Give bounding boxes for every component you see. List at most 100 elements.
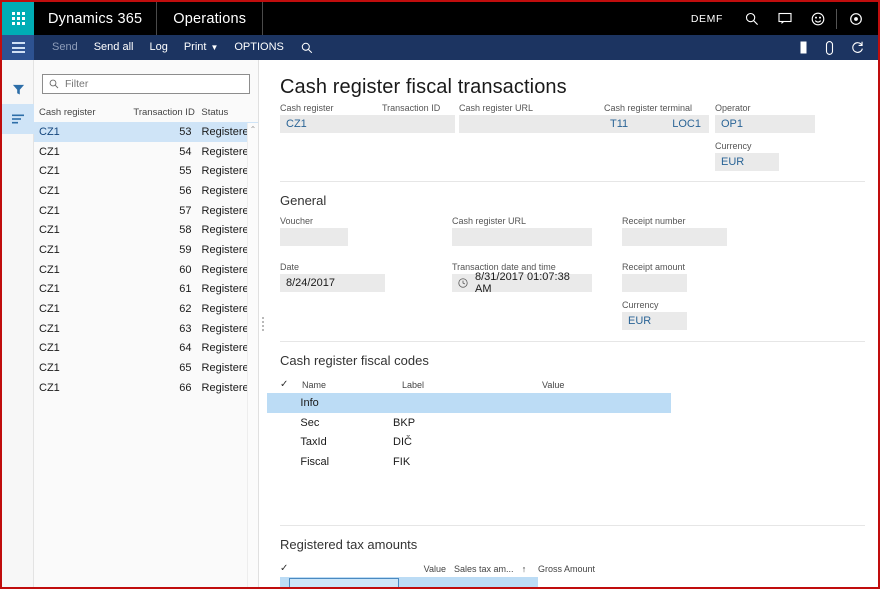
input-transaction-id[interactable] <box>382 115 455 133</box>
section-title-general: General <box>280 193 327 208</box>
table-row[interactable]: Fiscal FIK <box>267 452 671 472</box>
detail-form: Cash register fiscal transactions Cash r… <box>267 60 878 587</box>
header-fields: Cash register CZ1 Transaction ID Cash re… <box>267 103 878 181</box>
navigation-pane-toggle[interactable] <box>2 35 34 60</box>
cell-transaction-id: 65 <box>179 362 192 375</box>
table-row[interactable]: CZ1 58 Registered <box>34 220 258 240</box>
input-sales-tax-amount[interactable] <box>289 578 399 587</box>
cell-transaction-id: 61 <box>179 283 192 296</box>
label-general-cash-register-url: Cash register URL <box>452 216 527 226</box>
cell-transaction-id: 63 <box>179 322 192 335</box>
cell-cash-register: CZ1 <box>39 381 60 394</box>
input-receipt-number[interactable] <box>622 228 727 246</box>
input-voucher[interactable] <box>280 228 348 246</box>
action-pane-search-icon[interactable] <box>292 42 322 54</box>
select-all-check-icon[interactable]: ✓ <box>280 563 302 574</box>
left-rail <box>2 60 34 587</box>
table-row[interactable]: CZ1 61 Registered <box>34 280 258 300</box>
field-general-currency: Currency EUR <box>622 300 687 330</box>
feedback-smiley-icon[interactable] <box>801 2 834 35</box>
message-icon[interactable] <box>768 2 801 35</box>
table-row[interactable]: CZ1 55 Registered <box>34 161 258 181</box>
input-currency-header[interactable]: EUR <box>715 153 779 171</box>
print-menu-button[interactable]: Print ▼ <box>176 35 227 60</box>
column-header-status[interactable]: Status <box>201 107 258 118</box>
print-label: Print <box>183 41 207 53</box>
table-row[interactable]: CZ1 57 Registered <box>34 201 258 221</box>
table-row[interactable]: CZ1 56 Registered <box>34 181 258 201</box>
send-button[interactable]: Send <box>44 35 86 60</box>
field-currency-header: Currency EUR <box>715 141 779 171</box>
send-all-button[interactable]: Send all <box>86 35 142 60</box>
column-header-value[interactable]: Value <box>384 564 446 574</box>
column-header-gross-amount[interactable]: Gross Amount <box>532 564 612 574</box>
table-row[interactable]: Info <box>267 393 671 413</box>
transaction-date-time-value: 8/31/2017 01:07:38 AM <box>475 271 570 295</box>
cell-cash-register: CZ1 <box>39 165 60 178</box>
top-navigation-bar: Dynamics 365 Operations DEMF <box>2 2 878 35</box>
label-cash-register: Cash register <box>280 103 334 113</box>
table-row[interactable]: Sec BKP <box>267 413 671 433</box>
table-row[interactable]: CZ1 62 Registered <box>34 299 258 319</box>
top-nav-right-group: DEMF <box>679 2 878 35</box>
input-cash-register-terminal[interactable]: T11 LOC1 <box>604 115 709 133</box>
cell-name: TaxId <box>300 436 327 449</box>
table-row[interactable]: TaxId DIČ <box>267 433 671 453</box>
table-row[interactable]: CZ1 66 Registered <box>34 378 258 398</box>
top-nav-divider <box>836 8 837 29</box>
column-header-transaction-id[interactable]: Transaction ID <box>133 107 201 118</box>
column-header-value[interactable]: Value <box>542 380 702 390</box>
pane-splitter[interactable] <box>259 60 267 587</box>
table-row[interactable]: CZ1 64 Registered <box>34 339 258 359</box>
column-header-cash-register[interactable]: Cash register <box>39 107 133 118</box>
input-transaction-date-time[interactable]: 8/31/2017 01:07:38 AM <box>452 271 592 295</box>
table-row[interactable]: CZ1 53 Registered <box>34 122 258 142</box>
sort-ascending-arrow-icon: ↑ <box>521 563 527 574</box>
filter-placeholder: Filter <box>65 78 89 90</box>
input-date[interactable]: 8/24/2017 <box>280 274 385 292</box>
cell-cash-register: CZ1 <box>39 125 60 138</box>
list-pane-button[interactable] <box>2 104 34 134</box>
waffle-grid-icon <box>11 12 25 25</box>
label-operator: Operator <box>715 103 751 113</box>
registered-tax-column-headers: ✓ Value Sales tax am... ↑ Gross Amount <box>267 560 878 577</box>
cell-cash-register: CZ1 <box>39 322 60 335</box>
input-receipt-amount[interactable] <box>622 274 687 292</box>
field-receipt-number: Receipt number <box>622 216 727 246</box>
table-row[interactable]: CZ1 54 Registered <box>34 142 258 162</box>
list-scrollbar[interactable]: ⌃ <box>247 123 258 587</box>
label-receipt-number: Receipt number <box>622 216 686 226</box>
waffle-menu-button[interactable] <box>2 2 34 35</box>
column-header-label[interactable]: Label <box>402 380 542 390</box>
settings-gear-icon[interactable] <box>839 2 872 35</box>
log-button[interactable]: Log <box>141 35 175 60</box>
cell-cash-register: CZ1 <box>39 303 60 316</box>
input-general-cash-register-url[interactable] <box>452 228 592 246</box>
options-button[interactable]: OPTIONS <box>226 35 292 60</box>
input-cash-register[interactable]: CZ1 <box>280 115 390 133</box>
scroll-up-chevron-icon[interactable]: ⌃ <box>248 123 258 134</box>
attachment-icon[interactable] <box>816 35 842 60</box>
search-icon[interactable] <box>735 2 768 35</box>
label-voucher: Voucher <box>280 216 314 226</box>
field-transaction-date-time: Transaction date and time 8/31/2017 01:0… <box>452 262 592 295</box>
input-general-currency[interactable]: EUR <box>622 312 687 330</box>
input-operator[interactable]: OP1 <box>715 115 815 133</box>
column-header-sales-tax-amount[interactable]: Sales tax am... <box>446 564 516 574</box>
table-row[interactable]: CZ1 63 Registered <box>34 319 258 339</box>
module-label[interactable]: Operations <box>157 2 264 35</box>
table-row[interactable]: CZ1 60 Registered <box>34 260 258 280</box>
table-row[interactable] <box>280 577 538 587</box>
select-all-check-icon[interactable]: ✓ <box>280 379 302 390</box>
fiscal-codes-rows: Info Sec BKP TaxId DIČ Fiscal FIK <box>267 393 878 472</box>
filter-input[interactable]: Filter <box>42 74 250 94</box>
table-row[interactable]: CZ1 59 Registered <box>34 240 258 260</box>
company-selector[interactable]: DEMF <box>679 13 735 25</box>
cell-cash-register: CZ1 <box>39 263 60 276</box>
refresh-icon[interactable] <box>844 35 870 60</box>
column-header-name[interactable]: Name <box>302 380 402 390</box>
section-title-fiscal-codes: Cash register fiscal codes <box>280 353 429 368</box>
office-app-icon[interactable] <box>788 35 814 60</box>
filter-pane-button[interactable] <box>2 74 34 104</box>
table-row[interactable]: CZ1 65 Registered <box>34 358 258 378</box>
